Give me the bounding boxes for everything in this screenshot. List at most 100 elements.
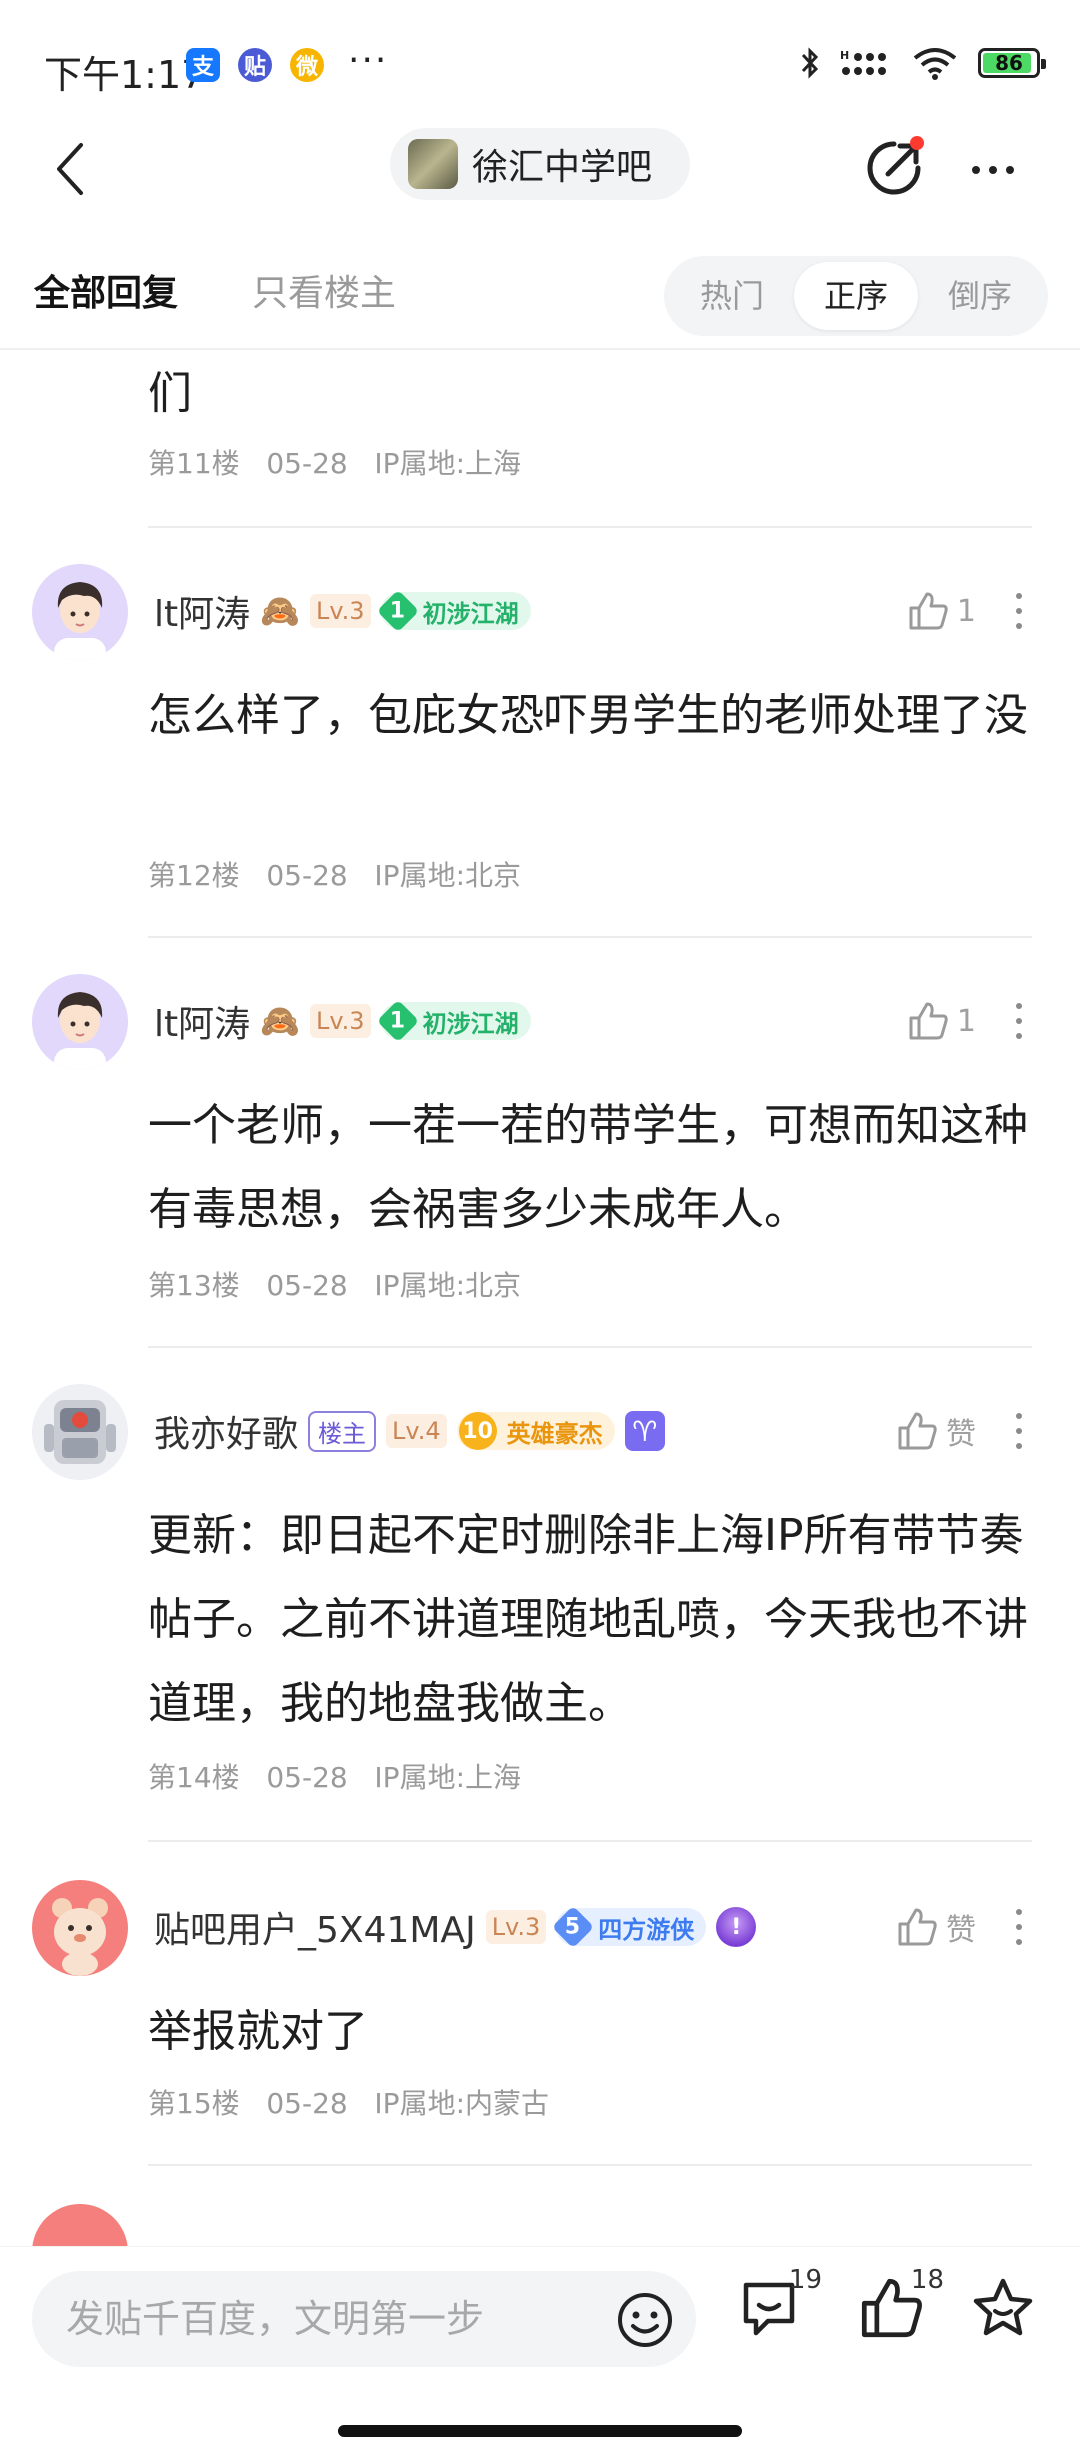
post-meta: 第13楼 05-28 IP属地:北京: [148, 1264, 521, 1304]
weibo-icon: 微: [290, 48, 324, 82]
user-info-row: 贴吧用户_5X41MAJ Lv.3 5 四方游侠 !: [154, 1901, 757, 1953]
ip-location: IP属地:内蒙古: [374, 2087, 549, 2120]
rank-title: 初涉江湖: [422, 1009, 519, 1038]
rank-badge[interactable]: 1 初涉江湖: [376, 999, 531, 1043]
more-dot: [1016, 1924, 1022, 1930]
star-icon: [973, 2278, 1033, 2336]
ip-location: IP属地:北京: [374, 859, 521, 892]
tab-all-replies[interactable]: 全部回复: [34, 264, 178, 316]
thumb-up-icon: [909, 592, 948, 630]
floor-number: 第14楼: [148, 1761, 240, 1794]
post-meta: 第15楼 05-28 IP属地:内蒙古: [148, 2082, 549, 2122]
rank-number-text: 5: [565, 1914, 581, 1940]
level-badge[interactable]: Lv.4: [386, 1414, 447, 1448]
post-date: 05-28: [266, 859, 348, 892]
sort-hot[interactable]: 热门: [670, 262, 794, 330]
favorite-button[interactable]: [970, 2275, 1050, 2355]
sort-descending[interactable]: 倒序: [918, 262, 1042, 330]
rank-badge[interactable]: 10 英雄豪杰: [456, 1412, 615, 1450]
aries-icon[interactable]: ♈: [624, 1411, 665, 1451]
like-button[interactable]: 赞: [896, 1406, 976, 1456]
post-content: 一个老师，一茬一茬的带学生，可想而知这种有毒思想，会祸害多少未成年人。: [148, 1100, 1028, 1235]
post-more-button[interactable]: [1004, 1406, 1034, 1456]
bottom-bar: 19 18: [0, 2246, 1080, 2460]
forum-chip[interactable]: 徐汇中学吧: [390, 128, 690, 200]
post-meta: 第14楼 05-28 IP属地:上海: [148, 1756, 521, 1796]
level-badge[interactable]: Lv.3: [485, 1910, 547, 1944]
rank-number: 10: [458, 1412, 497, 1450]
post-content: 举报就对了: [148, 2006, 368, 2057]
like-button[interactable]: 1: [907, 996, 976, 1046]
status-bar: 下午1:17 支 贴 微 ··· H 86: [0, 0, 1080, 130]
rank-number: 5: [552, 1905, 595, 1949]
comment-button[interactable]: 19: [736, 2265, 822, 2355]
comment-count: 19: [788, 2265, 822, 2295]
username[interactable]: lt阿涛: [154, 995, 250, 1047]
rank-number: 1: [376, 999, 419, 1043]
username[interactable]: lt阿涛: [154, 585, 250, 637]
username[interactable]: 贴吧用户_5X41MAJ: [154, 1901, 476, 1953]
host-badge: 楼主: [308, 1410, 377, 1452]
thumb-up-icon: [898, 1412, 937, 1450]
sort-ascending[interactable]: 正序: [794, 262, 918, 330]
avatar[interactable]: [32, 564, 128, 660]
post-date: 05-28: [266, 1269, 348, 1302]
tab-host-only[interactable]: 只看楼主: [252, 264, 396, 316]
reply-input-box[interactable]: [32, 2271, 696, 2367]
rank-number: 1: [376, 589, 419, 633]
post-more-button[interactable]: [1004, 586, 1034, 636]
svg-text:H: H: [840, 49, 849, 62]
post-date: 05-28: [266, 447, 348, 480]
reply-input[interactable]: [66, 2297, 586, 2341]
avatar[interactable]: [32, 1384, 128, 1480]
like-button[interactable]: 1: [907, 586, 976, 636]
signal-icon: H: [840, 49, 886, 75]
back-button[interactable]: [40, 134, 100, 204]
status-app-icons: 支 贴 微: [186, 48, 324, 82]
like-post-button[interactable]: 18: [858, 2265, 944, 2355]
share-button[interactable]: [858, 132, 930, 204]
post-content: 更新：即日起不定时删除非上海IP所有带节奏帖子。之前不讲道理随地乱喷，今天我也不…: [148, 1510, 1028, 1729]
divider: [148, 2164, 1032, 2166]
post-more-button[interactable]: [1004, 996, 1034, 1046]
like-count: 18: [910, 2265, 944, 2295]
avatar[interactable]: [32, 974, 128, 1070]
username[interactable]: 我亦好歌: [154, 1405, 298, 1457]
more-dot: [1016, 1033, 1022, 1039]
like-button[interactable]: 赞: [896, 1902, 976, 1952]
home-indicator[interactable]: [338, 2425, 742, 2437]
more-icon-dot: [989, 166, 997, 174]
more-dot: [1016, 1939, 1022, 1945]
like-count: 1: [956, 593, 976, 629]
post-more-button[interactable]: [1004, 1902, 1034, 1952]
post-meta: 第12楼 05-28 IP属地:北京: [148, 854, 521, 894]
smile-icon[interactable]: [616, 2291, 674, 2349]
floor-number: 第11楼: [148, 447, 240, 480]
rank-badge[interactable]: 1 初涉江湖: [376, 589, 531, 633]
avatar[interactable]: [32, 1880, 128, 1976]
user-info-row: lt阿涛 🙈 Lv.3 1 初涉江湖: [154, 586, 531, 636]
user-avatar-image: [54, 582, 106, 660]
more-dot: [1016, 1909, 1022, 1915]
level-badge[interactable]: Lv.3: [309, 1004, 371, 1038]
more-dot: [1016, 608, 1022, 614]
more-dot: [1016, 1428, 1022, 1434]
post-meta: 第11楼 05-28 IP属地:上海: [148, 442, 521, 482]
header: 徐汇中学吧: [0, 120, 1080, 220]
status-time: 下午1:17: [44, 53, 206, 97]
more-dot: [1016, 1443, 1022, 1449]
divider: [148, 1840, 1032, 1842]
user-info-row: 我亦好歌 楼主 Lv.4 10 英雄豪杰 ♈: [154, 1406, 665, 1456]
rank-badge[interactable]: 5 四方游侠: [552, 1905, 707, 1949]
more-button[interactable]: [958, 140, 1028, 200]
medal-icon[interactable]: !: [716, 1907, 757, 1947]
floor-number: 第15楼: [148, 2087, 240, 2120]
battery-level: 86: [995, 51, 1023, 75]
level-badge[interactable]: Lv.3: [309, 594, 371, 628]
thumb-up-icon: [898, 1908, 937, 1946]
forum-avatar: [408, 139, 458, 189]
notification-dot: [910, 136, 924, 150]
like-label: 赞: [946, 1417, 976, 1452]
more-dot: [1016, 623, 1022, 629]
post-content: 们: [148, 368, 192, 419]
